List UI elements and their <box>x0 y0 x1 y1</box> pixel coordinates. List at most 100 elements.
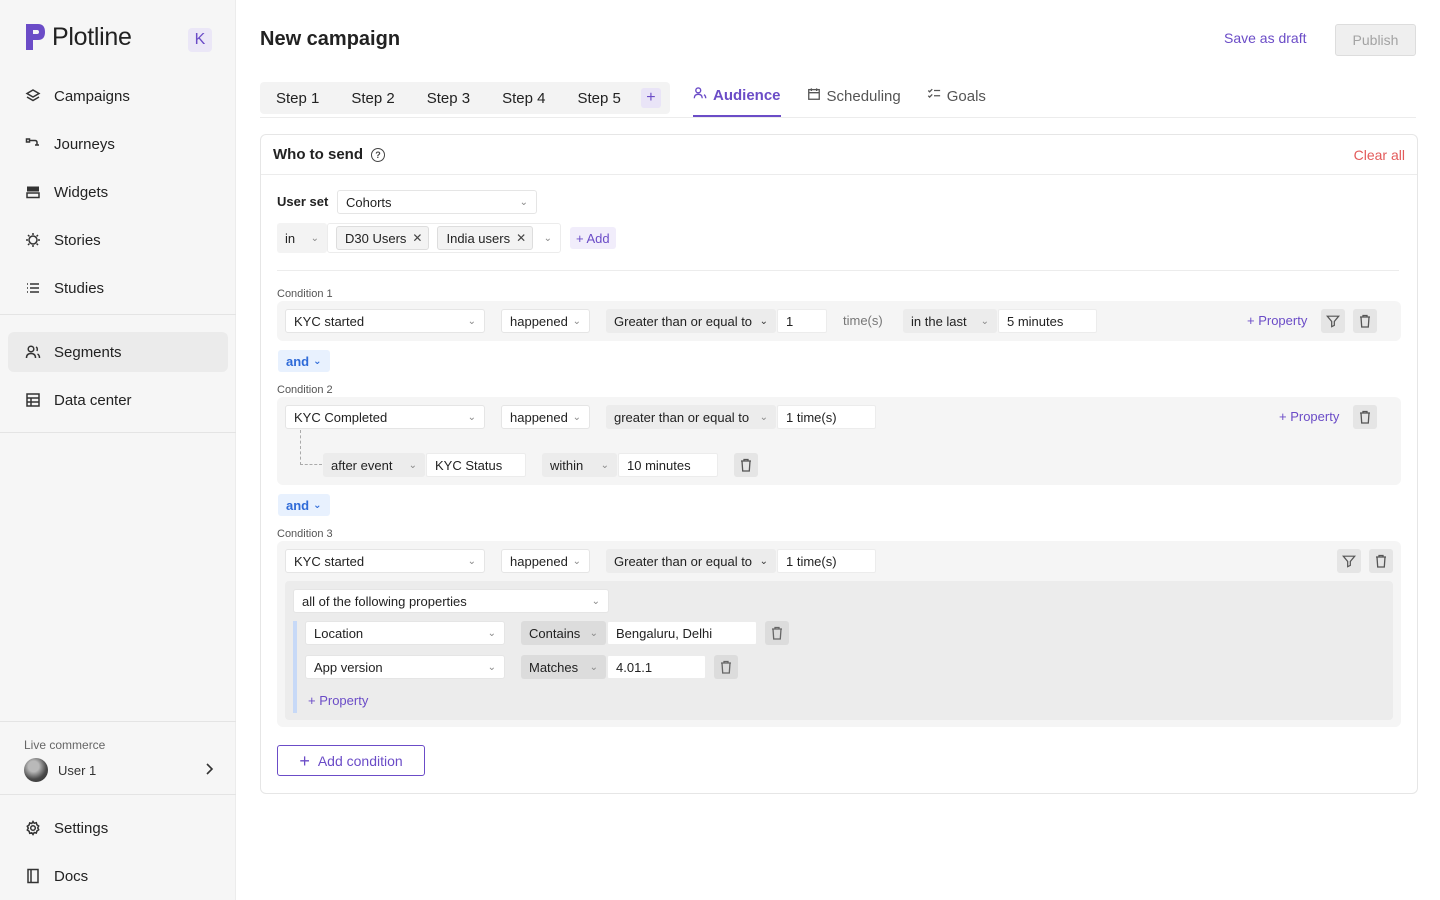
event-select[interactable]: KYC Completed ⌄ <box>285 405 485 429</box>
sidebar-item-label: Segments <box>54 343 122 361</box>
sidebar-divider <box>0 794 236 795</box>
operator-label: and <box>286 353 310 369</box>
sun-icon <box>24 231 42 249</box>
chevron-down-icon: ⌄ <box>467 555 476 567</box>
count-input[interactable]: 1 time(s) <box>777 549 876 573</box>
comparator-select[interactable]: greater than or equal to ⌄ <box>606 405 776 429</box>
property-operator-select[interactable]: Matches ⌄ <box>521 655 606 679</box>
sidebar-item-journeys[interactable]: Journeys <box>8 124 228 164</box>
trash-icon[interactable] <box>714 655 738 679</box>
add-property-button[interactable]: + Property <box>308 693 368 708</box>
connector-line <box>300 430 322 465</box>
sidebar-item-campaigns[interactable]: Campaigns <box>8 76 228 116</box>
list-icon <box>24 279 42 297</box>
within-duration-input[interactable]: 10 minutes <box>618 453 718 477</box>
tab-step-3[interactable]: Step 3 <box>411 82 486 114</box>
chevron-down-icon: ⌄ <box>408 459 417 471</box>
chevron-down-icon: ⌄ <box>572 315 581 327</box>
user-set-select[interactable]: Cohorts ⌄ <box>337 190 537 214</box>
condition-label: Condition 1 <box>277 288 333 300</box>
add-condition-button[interactable]: + Add condition <box>277 745 425 776</box>
occurrence-select[interactable]: happened ⌄ <box>501 405 590 429</box>
audience-icon <box>693 86 707 104</box>
chevron-right-icon <box>204 762 214 778</box>
add-cohort-button[interactable]: + Add <box>570 227 616 249</box>
add-property-button[interactable]: + Property <box>1279 409 1339 424</box>
sidebar-item-widgets[interactable]: Widgets <box>8 172 228 212</box>
property-match-select[interactable]: all of the following properties ⌄ <box>293 589 609 613</box>
comparator-select[interactable]: Greater than or equal to ⌄ <box>606 549 776 573</box>
sidebar-item-label: Docs <box>54 867 89 885</box>
event-select[interactable]: KYC started ⌄ <box>285 549 485 573</box>
occurrence-select[interactable]: happened ⌄ <box>501 309 590 333</box>
occurrence-select[interactable]: happened ⌄ <box>501 549 590 573</box>
collapse-sidebar-button[interactable]: K <box>188 28 212 52</box>
sidebar-item-label: Widgets <box>54 183 109 201</box>
sidebar-divider <box>0 721 236 722</box>
property-name-select[interactable]: App version ⌄ <box>305 655 505 679</box>
cohort-chip: D30 Users ✕ <box>336 226 430 250</box>
tab-step-1[interactable]: Step 1 <box>260 82 335 114</box>
tab-step-2[interactable]: Step 2 <box>335 82 410 114</box>
sidebar-item-studies[interactable]: Studies <box>8 268 228 308</box>
sidebar-item-label: Campaigns <box>54 87 130 105</box>
event-select[interactable]: KYC started ⌄ <box>285 309 485 333</box>
count-input[interactable]: 1 time(s) <box>777 405 876 429</box>
trash-icon[interactable] <box>1353 405 1377 429</box>
chip-label: India users <box>446 230 511 246</box>
trash-icon[interactable] <box>1353 309 1377 333</box>
select-value: in the last <box>911 313 967 329</box>
chip-label: D30 Users <box>345 230 407 246</box>
sidebar-item-segments[interactable]: Segments <box>8 332 228 372</box>
and-operator-select[interactable]: and ⌄ <box>278 494 330 516</box>
sidebar-item-data-center[interactable]: Data center <box>8 380 228 420</box>
save-as-draft-button[interactable]: Save as draft <box>1224 30 1307 46</box>
tab-goals[interactable]: Goals <box>927 82 986 110</box>
related-event-input[interactable]: KYC Status <box>426 453 526 477</box>
chevron-down-icon: ⌄ <box>589 627 598 639</box>
count-input[interactable]: 1 <box>777 309 827 333</box>
gear-icon <box>24 819 42 837</box>
within-select[interactable]: within ⌄ <box>542 453 617 477</box>
trash-icon[interactable] <box>1369 549 1393 573</box>
clear-all-button[interactable]: Clear all <box>1354 147 1405 163</box>
tab-step-4[interactable]: Step 4 <box>486 82 561 114</box>
user-menu[interactable]: User 1 <box>24 758 214 782</box>
comparator-select[interactable]: Greater than or equal to ⌄ <box>606 309 776 333</box>
chevron-down-icon: ⌄ <box>467 315 476 327</box>
close-icon[interactable]: ✕ <box>412 231 422 245</box>
select-value: all of the following properties <box>302 593 467 609</box>
property-operator-select[interactable]: Contains ⌄ <box>521 621 606 645</box>
trash-icon[interactable] <box>765 621 789 645</box>
tab-step-5[interactable]: Step 5 <box>562 82 637 114</box>
membership-operator-select[interactable]: in ⌄ <box>277 223 327 253</box>
tab-audience[interactable]: Audience <box>693 82 781 117</box>
publish-button[interactable]: Publish <box>1335 24 1416 56</box>
chevron-down-icon: ⌄ <box>759 555 768 567</box>
time-window-input[interactable]: 5 minutes <box>998 309 1097 333</box>
filter-icon[interactable] <box>1337 549 1361 573</box>
cohort-multiselect[interactable]: D30 Users ✕ India users ✕ ⌄ <box>327 223 561 253</box>
widget-icon <box>24 183 42 201</box>
trash-icon[interactable] <box>734 453 758 477</box>
add-step-button[interactable]: + <box>640 88 661 108</box>
relation-select[interactable]: after event ⌄ <box>323 453 425 477</box>
add-property-button[interactable]: + Property <box>1247 313 1307 328</box>
and-operator-select[interactable]: and ⌄ <box>278 350 330 372</box>
property-name-select[interactable]: Location ⌄ <box>305 621 505 645</box>
close-icon[interactable]: ✕ <box>516 231 526 245</box>
sidebar-item-stories[interactable]: Stories <box>8 220 228 260</box>
plus-icon: + <box>299 750 310 771</box>
step-tabs: Step 1 Step 2 Step 3 Step 4 Step 5 + <box>260 82 670 114</box>
filter-icon[interactable] <box>1321 309 1345 333</box>
sidebar-item-settings[interactable]: Settings <box>8 808 228 848</box>
property-value-input[interactable]: Bengaluru, Delhi <box>607 621 757 645</box>
select-value: in <box>285 230 296 246</box>
property-value-input[interactable]: 4.01.1 <box>607 655 706 679</box>
sidebar-item-docs[interactable]: Docs <box>8 856 228 896</box>
help-icon[interactable]: ? <box>371 147 385 162</box>
tab-scheduling[interactable]: Scheduling <box>807 82 901 110</box>
time-window-select[interactable]: in the last ⌄ <box>903 309 997 333</box>
workspace-label: Live commerce <box>24 738 106 752</box>
brand[interactable]: Plotline <box>24 22 132 52</box>
